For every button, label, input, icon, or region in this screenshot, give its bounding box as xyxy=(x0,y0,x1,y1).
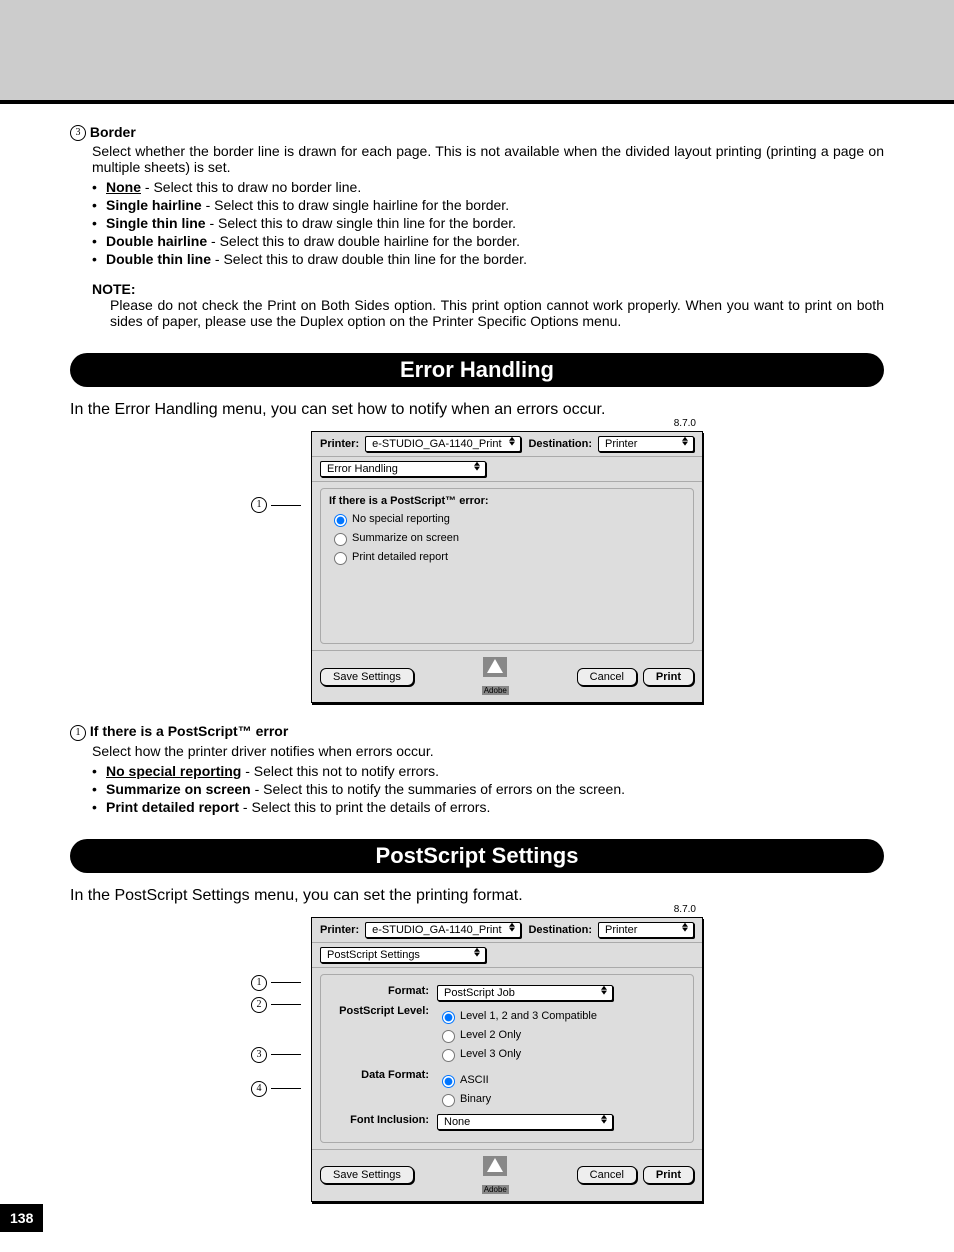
radio-input[interactable] xyxy=(442,1075,455,1088)
save-settings-button[interactable]: Save Settings xyxy=(320,1166,414,1184)
ps-callout-3: 3 xyxy=(251,1045,301,1065)
note-label: NOTE: xyxy=(92,281,884,297)
radio-print-detail[interactable]: Print detailed report xyxy=(329,549,685,565)
radio-input[interactable] xyxy=(442,1049,455,1062)
print-button[interactable]: Print xyxy=(643,668,694,686)
error-item-desc: Select how the printer driver notifies w… xyxy=(92,743,884,759)
fontinc-label: Font Inclusion: xyxy=(329,1114,437,1126)
radio-input[interactable] xyxy=(334,552,347,565)
radio-input[interactable] xyxy=(442,1094,455,1107)
error-item: 1 If there is a PostScript™ error Select… xyxy=(70,723,884,814)
cancel-button[interactable]: Cancel xyxy=(577,1166,637,1184)
destination-label: Destination: xyxy=(528,438,592,450)
ps-callout-1: 1 xyxy=(251,973,301,993)
border-title: Border xyxy=(90,124,136,140)
list-item: Print detailed report - Select this to p… xyxy=(92,799,884,815)
radio-input[interactable] xyxy=(442,1030,455,1043)
radio-binary[interactable]: Binary xyxy=(437,1091,685,1107)
dialog-version: 8.7.0 xyxy=(674,418,696,429)
radio-ascii[interactable]: ASCII xyxy=(437,1072,685,1088)
print-button[interactable]: Print xyxy=(643,1166,694,1184)
radio-no-special[interactable]: No special reporting xyxy=(329,511,685,527)
list-item: Single hairline - Select this to draw si… xyxy=(92,197,884,213)
radio-input[interactable] xyxy=(442,1011,455,1024)
callout-1: 1 xyxy=(70,725,86,741)
error-item-title: If there is a PostScript™ error xyxy=(90,723,288,739)
list-item: Double hairline - Select this to draw do… xyxy=(92,233,884,249)
radio-level-3[interactable]: Level 3 Only xyxy=(437,1046,685,1062)
border-list: None - Select this to draw no border lin… xyxy=(70,179,884,267)
cancel-button[interactable]: Cancel xyxy=(577,668,637,686)
fontinc-select[interactable]: None xyxy=(437,1114,613,1130)
border-desc: Select whether the border line is drawn … xyxy=(92,143,884,175)
save-settings-button[interactable]: Save Settings xyxy=(320,668,414,686)
radio-input[interactable] xyxy=(334,514,347,527)
callout-3: 3 xyxy=(70,125,86,141)
error-group-label: If there is a PostScript™ error: xyxy=(329,495,685,507)
destination-label: Destination: xyxy=(528,924,592,936)
radio-input[interactable] xyxy=(334,533,347,546)
list-item: Summarize on screen - Select this to not… xyxy=(92,781,884,797)
ps-dialog: 8.7.0 Printer: e-STUDIO_GA-1140_Print De… xyxy=(311,917,703,1202)
adobe-logo: Adobe xyxy=(482,1156,509,1195)
dataformat-label: Data Format: xyxy=(329,1069,437,1081)
error-dialog: 8.7.0 Printer: e-STUDIO_GA-1140_Print De… xyxy=(311,431,703,703)
dialog-version: 8.7.0 xyxy=(674,904,696,915)
destination-select[interactable]: Printer xyxy=(598,922,694,938)
destination-select[interactable]: Printer xyxy=(598,436,694,452)
printer-label: Printer: xyxy=(320,924,359,936)
menu-select[interactable]: Error Handling xyxy=(320,461,486,477)
note-body: Please do not check the Print on Both Si… xyxy=(110,297,884,329)
pslevel-label: PostScript Level: xyxy=(329,1005,437,1017)
error-item-list: No special reporting - Select this not t… xyxy=(70,763,884,815)
ps-callout-4: 4 xyxy=(251,1079,301,1099)
border-section: 3 Border Select whether the border line … xyxy=(70,124,884,329)
format-label: Format: xyxy=(329,985,437,997)
header-bar xyxy=(0,0,954,104)
ps-callout-2: 2 xyxy=(251,995,301,1015)
page-number: 138 xyxy=(0,1204,43,1232)
printer-select[interactable]: e-STUDIO_GA-1140_Print xyxy=(365,922,520,938)
list-item: Double thin line - Select this to draw d… xyxy=(92,251,884,267)
list-item: None - Select this to draw no border lin… xyxy=(92,179,884,195)
list-item: No special reporting - Select this not t… xyxy=(92,763,884,779)
format-select[interactable]: PostScript Job xyxy=(437,985,613,1001)
list-item: Single thin line - Select this to draw s… xyxy=(92,215,884,231)
printer-label: Printer: xyxy=(320,438,359,450)
callout-1-marker: 1 xyxy=(251,495,301,515)
adobe-logo: Adobe xyxy=(482,657,509,696)
radio-level-123[interactable]: Level 1, 2 and 3 Compatible xyxy=(437,1008,685,1024)
radio-level-2[interactable]: Level 2 Only xyxy=(437,1027,685,1043)
error-handling-banner: Error Handling xyxy=(70,353,884,387)
radio-summarize[interactable]: Summarize on screen xyxy=(329,530,685,546)
menu-select[interactable]: PostScript Settings xyxy=(320,947,486,963)
error-intro: In the Error Handling menu, you can set … xyxy=(70,401,884,419)
postscript-banner: PostScript Settings xyxy=(70,839,884,873)
ps-intro: In the PostScript Settings menu, you can… xyxy=(70,887,884,905)
printer-select[interactable]: e-STUDIO_GA-1140_Print xyxy=(365,436,520,452)
